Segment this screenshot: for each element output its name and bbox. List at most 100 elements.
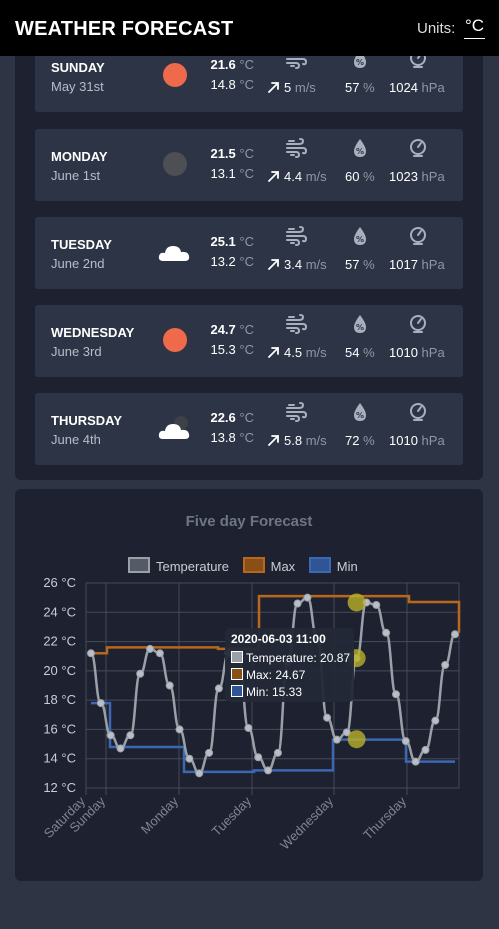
day-card[interactable]: THURSDAY June 4th 22.6 °C 13.8 °C % 5.8 … — [35, 393, 463, 465]
humidity: 54 % — [345, 345, 375, 360]
wind-speed: 5.8 m/s — [268, 433, 327, 448]
y-tick-label: 26 °C — [43, 575, 76, 590]
tooltip-title: 2020-06-03 11:00 — [231, 632, 326, 646]
units-label: Units: — [417, 20, 456, 37]
temperature-point — [205, 748, 214, 757]
temp-max: 21.5 °C — [210, 146, 254, 161]
humidity: 60 % — [345, 169, 375, 184]
x-tick-label: Monday — [138, 793, 182, 837]
wind-speed: 5 m/s — [268, 80, 316, 95]
tooltip-min-text: Min: 15.33 — [246, 685, 303, 699]
x-tick-label: Wednesday — [277, 793, 336, 852]
day-name: MONDAY — [51, 149, 108, 164]
tooltip-temperature-text: Temperature: 20.87 — [246, 651, 351, 665]
app-title: WEATHER FORECAST — [15, 18, 234, 40]
humidity-icon: % — [349, 138, 371, 158]
humidity-icon: % — [349, 226, 371, 246]
svg-text:%: % — [356, 147, 364, 156]
chart-panel: Five day Forecast Temperature Max Min 26… — [15, 489, 483, 881]
temperature-point — [136, 669, 145, 678]
day-card[interactable]: TUESDAY June 2nd 25.1 °C 13.2 °C % 3.4 m… — [35, 217, 463, 289]
temperature-point — [332, 735, 341, 744]
humidity-icon: % — [349, 314, 371, 334]
day-date: June 1st — [51, 168, 101, 183]
temperature-point — [146, 644, 155, 653]
temperature-point — [126, 731, 135, 740]
temperature-point — [116, 744, 125, 753]
temperature-point — [214, 684, 223, 693]
humidity: 57 % — [345, 80, 375, 95]
temperature-point — [195, 769, 204, 778]
temp-max: 24.7 °C — [210, 322, 254, 337]
chart-tooltip: 2020-06-03 11:00 Temperature: 20.87 Max:… — [225, 628, 354, 702]
y-tick-label: 16 °C — [43, 721, 76, 736]
temperature-point — [264, 766, 273, 775]
pressure: 1017 hPa — [389, 257, 445, 272]
svg-text:%: % — [356, 58, 364, 67]
y-tick-label: 14 °C — [43, 751, 76, 766]
sun-icon — [157, 60, 193, 90]
y-tick-label: 18 °C — [43, 692, 76, 707]
sun-icon — [157, 325, 193, 355]
temperature-point — [244, 723, 253, 732]
wind-speed: 3.4 m/s — [268, 257, 327, 272]
wind-icon — [285, 402, 308, 422]
wind-icon — [285, 226, 308, 246]
day-date: June 4th — [51, 432, 101, 447]
temp-min: 14.8 °C — [210, 77, 254, 92]
temp-min: 13.2 °C — [210, 254, 254, 269]
temperature-point — [155, 649, 164, 658]
temperature-point — [323, 713, 332, 722]
temp-max: 21.6 °C — [210, 57, 254, 72]
day-name: THURSDAY — [51, 413, 123, 428]
wind-icon — [285, 138, 308, 158]
temperature-point — [421, 745, 430, 754]
temperature-point — [293, 599, 302, 608]
y-tick-label: 20 °C — [43, 663, 76, 678]
tooltip-min: Min: 15.33 — [231, 685, 302, 699]
pressure: 1010 hPa — [389, 345, 445, 360]
tooltip-max: Max: 24.67 — [231, 668, 305, 682]
tooltip-temperature: Temperature: 20.87 — [231, 651, 350, 665]
day-card[interactable]: MONDAY June 1st 21.5 °C 13.1 °C % 4.4 m/… — [35, 129, 463, 201]
y-tick-label: 24 °C — [43, 604, 76, 619]
temperature-point — [401, 737, 410, 746]
svg-text:%: % — [356, 411, 364, 420]
pressure: 1023 hPa — [389, 169, 445, 184]
x-tick-label: Thursday — [360, 793, 409, 842]
temperature-point — [185, 754, 194, 763]
temperature-point — [175, 725, 184, 734]
temperature-point — [372, 600, 381, 609]
temp-min: 15.3 °C — [210, 342, 254, 357]
temperature-point — [451, 630, 459, 639]
app-header: WEATHER FORECAST Units: °C — [0, 0, 499, 56]
temperature-point — [431, 716, 440, 725]
svg-text:%: % — [356, 235, 364, 244]
day-name: SUNDAY — [51, 60, 105, 75]
temp-min: 13.1 °C — [210, 166, 254, 181]
day-name: WEDNESDAY — [51, 325, 135, 340]
day-date: June 3rd — [51, 344, 102, 359]
day-date: June 2nd — [51, 256, 105, 271]
humidity: 57 % — [345, 257, 375, 272]
x-tick-label: Tuesday — [209, 793, 255, 839]
temp-max: 22.6 °C — [210, 410, 254, 425]
temperature-point — [165, 681, 174, 690]
temperature-point — [96, 699, 105, 708]
pressure: 1024 hPa — [389, 80, 445, 95]
wind-icon — [285, 314, 308, 334]
temperature-point — [391, 690, 400, 699]
units-select[interactable]: °C — [464, 16, 486, 39]
wind-speed: 4.5 m/s — [268, 345, 327, 360]
pressure-icon — [407, 226, 429, 246]
pressure-icon — [407, 402, 429, 422]
temp-min: 13.8 °C — [210, 430, 254, 445]
day-name: TUESDAY — [51, 237, 112, 252]
temp-max: 25.1 °C — [210, 234, 254, 249]
day-card[interactable]: WEDNESDAY June 3rd 24.7 °C 15.3 °C % 4.5… — [35, 305, 463, 377]
temperature-point — [411, 757, 420, 766]
highlight-max-point — [347, 593, 366, 612]
highlight-min-point — [347, 730, 366, 749]
pressure: 1010 hPa — [389, 433, 445, 448]
day-date: May 31st — [51, 79, 104, 94]
